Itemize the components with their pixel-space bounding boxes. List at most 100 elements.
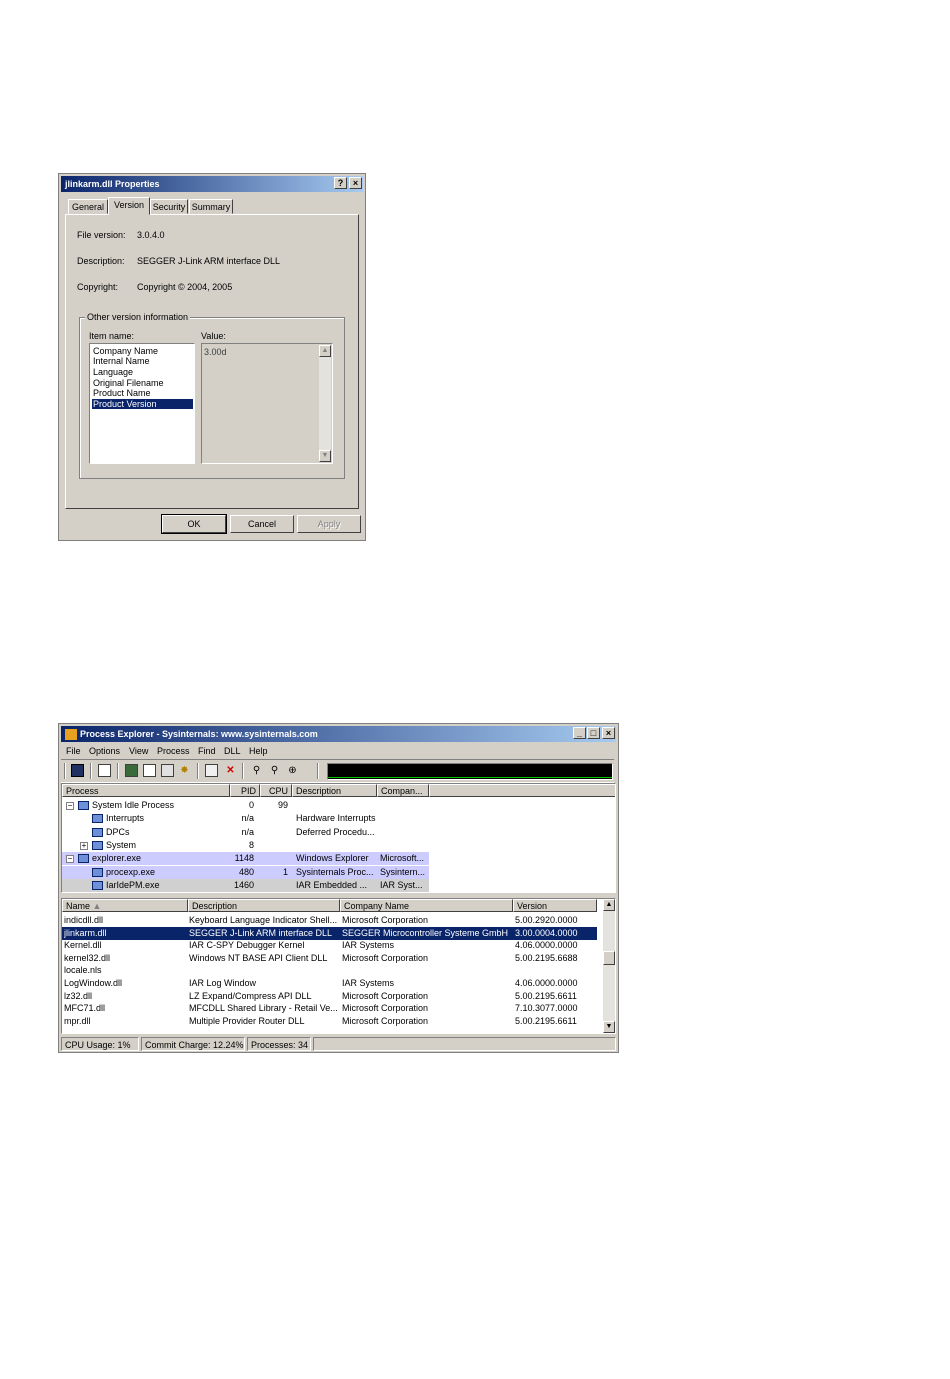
- dll-row[interactable]: jlinkarm.dll SEGGER J-Link ARM interface …: [62, 926, 597, 940]
- status-commit-charge: Commit Charge: 12.24%: [141, 1037, 245, 1051]
- process-explorer-window: Process Explorer - Sysinternals: www.sys…: [58, 723, 619, 1053]
- dll-version: 4.06.0000.0000: [515, 978, 578, 988]
- list-item[interactable]: Internal Name: [92, 356, 150, 366]
- column-description[interactable]: Description: [292, 784, 377, 797]
- list-item[interactable]: Company Name: [92, 346, 158, 356]
- scroll-down-icon[interactable]: ▼: [319, 450, 331, 462]
- tree-toggle-icon[interactable]: −: [66, 855, 74, 864]
- scroll-up-icon[interactable]: ▲: [319, 345, 331, 357]
- process-description: Hardware Interrupts: [296, 813, 376, 824]
- dll-row[interactable]: indicdll.dll Keyboard Language Indicator …: [62, 914, 597, 927]
- dll-row[interactable]: locale.nls: [62, 964, 597, 977]
- dll-row[interactable]: lz32.dll LZ Expand/Compress API DLL Micros…: [62, 990, 597, 1003]
- dll-name: lz32.dll: [64, 990, 93, 1001]
- process-pid: 1460: [233, 879, 254, 890]
- save-icon[interactable]: [71, 764, 84, 777]
- dll-version: [515, 964, 595, 977]
- dll-name: kernel32.dll: [64, 952, 111, 963]
- close-icon[interactable]: ×: [602, 727, 615, 739]
- dll-row[interactable]: Kernel.dll IAR C-SPY Debugger Kernel IAR S…: [62, 939, 597, 952]
- lower-pane-icon[interactable]: [161, 764, 174, 777]
- column-cpu[interactable]: CPU: [260, 784, 292, 797]
- tab-general[interactable]: General: [68, 199, 108, 214]
- scroll-up-icon[interactable]: ▲: [603, 899, 615, 911]
- refresh-icon[interactable]: [98, 764, 111, 777]
- list-item[interactable]: Language: [92, 367, 133, 377]
- menu-view[interactable]: View: [129, 744, 148, 758]
- toolbar-separator: [242, 763, 244, 779]
- list-item-selected[interactable]: Product Version: [92, 399, 193, 409]
- dll-row[interactable]: LogWindow.dll IAR Log Window IAR Systems 4.…: [62, 977, 597, 990]
- dll-pane[interactable]: Name ▲ Description Company Name Version …: [61, 898, 616, 1034]
- item-name-listbox[interactable]: Company Name Internal Name Language Orig…: [89, 343, 195, 464]
- process-icon: [92, 827, 103, 837]
- status-bar: CPU Usage: 1% Commit Charge: 12.24% Proc…: [61, 1036, 616, 1051]
- file-version-value: 3.0.4.0: [137, 230, 165, 240]
- menu-options[interactable]: Options: [89, 744, 120, 758]
- process-name: Interrupts: [106, 813, 145, 824]
- menu-find[interactable]: Find: [198, 744, 216, 758]
- help-button[interactable]: ?: [334, 177, 347, 189]
- menu-file[interactable]: File: [66, 744, 81, 758]
- properties-icon[interactable]: [205, 764, 218, 777]
- scroll-thumb[interactable]: [603, 951, 615, 965]
- tree-toggle-icon[interactable]: +: [80, 841, 88, 850]
- menu-dll[interactable]: DLL: [224, 744, 241, 758]
- column-name[interactable]: Name ▲: [62, 899, 188, 912]
- process-row[interactable]: − explorer.exe 1148 Windows Explorer Microso…: [62, 852, 429, 866]
- process-row[interactable]: IarIdePM.exe 1460 IAR Embedded ... IAR Syst…: [62, 878, 429, 892]
- value-scrollbar[interactable]: ▲ ▼: [319, 345, 331, 462]
- process-description: Windows Explorer: [296, 853, 369, 864]
- tree-toggle-icon[interactable]: −: [66, 802, 74, 810]
- dll-company: Microsoft Corporation: [342, 952, 429, 963]
- column-company[interactable]: Compan...: [377, 784, 429, 797]
- dll-row[interactable]: MFC71.dll MFCDLL Shared Library - Retail …: [62, 1002, 597, 1015]
- dll-scrollbar[interactable]: ▲ ▼: [603, 899, 615, 1033]
- column-dll-description[interactable]: Description: [188, 899, 340, 912]
- find-icon[interactable]: ⚲: [250, 764, 263, 777]
- tab-version[interactable]: Version: [108, 197, 150, 215]
- dll-row[interactable]: kernel32.dll Windows NT BASE API Client D…: [62, 952, 597, 965]
- dll-company: IAR Systems: [342, 978, 395, 988]
- crosshair-icon[interactable]: ⊕: [286, 764, 299, 777]
- dll-row[interactable]: mpr.dll Multiple Provider Router DLL Micro…: [62, 1015, 597, 1028]
- column-version[interactable]: Version: [513, 899, 597, 912]
- toolbar: ✸ ✕ ⚲ ⚲ ⊕: [61, 759, 614, 783]
- maximize-icon[interactable]: □: [587, 727, 600, 739]
- dll-description: SEGGER J-Link ARM interface DLL: [189, 927, 333, 938]
- toolbar-separator: [117, 763, 119, 779]
- process-row[interactable]: − System Idle Process 0 99: [62, 799, 615, 812]
- status-cpu-usage: CPU Usage: 1%: [61, 1037, 139, 1051]
- menu-process[interactable]: Process: [157, 744, 190, 758]
- value-textbox[interactable]: 3.00d ▲ ▼: [201, 343, 333, 464]
- process-tree-pane[interactable]: Process PID CPU Description Compan... − S…: [61, 783, 616, 893]
- scroll-down-icon[interactable]: ▼: [603, 1021, 615, 1033]
- minimize-icon[interactable]: _: [573, 727, 586, 739]
- column-process[interactable]: Process: [62, 784, 230, 797]
- cancel-button[interactable]: Cancel: [230, 515, 294, 533]
- list-item[interactable]: Product Name: [92, 388, 151, 398]
- process-row[interactable]: DPCs n/a Deferred Procedu...: [62, 826, 615, 839]
- ok-button[interactable]: OK: [161, 514, 227, 534]
- process-row[interactable]: Interrupts n/a Hardware Interrupts: [62, 812, 615, 825]
- file-version-label: File version:: [77, 230, 126, 240]
- process-row[interactable]: + System 8: [62, 839, 615, 852]
- process-icon: [92, 880, 103, 890]
- process-row[interactable]: procexp.exe 480 1 Sysinternals Proc... Sysin…: [62, 865, 429, 879]
- column-company-name[interactable]: Company Name: [340, 899, 513, 912]
- toolbar-separator: [64, 763, 66, 779]
- gear-icon[interactable]: ✸: [178, 764, 191, 777]
- process-tree-icon[interactable]: [143, 764, 156, 777]
- system-info-icon[interactable]: [125, 764, 138, 777]
- tab-summary[interactable]: Summary: [189, 199, 233, 214]
- close-button[interactable]: ×: [349, 177, 362, 189]
- menu-help[interactable]: Help: [249, 744, 268, 758]
- kill-process-icon[interactable]: ✕: [224, 764, 237, 777]
- column-pid[interactable]: PID: [230, 784, 260, 797]
- list-item[interactable]: Original Filename: [92, 378, 164, 388]
- tab-security[interactable]: Security: [150, 199, 188, 214]
- find-dll-icon[interactable]: ⚲: [268, 764, 281, 777]
- process-company: [380, 826, 428, 839]
- apply-button[interactable]: Apply: [297, 515, 361, 533]
- process-cpu: [260, 839, 288, 852]
